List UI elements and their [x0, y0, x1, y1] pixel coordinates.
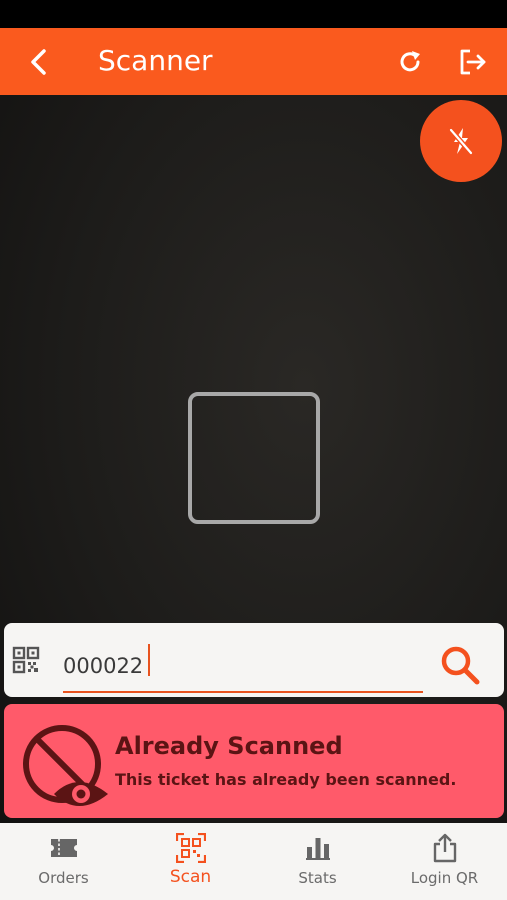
ticket-icon — [49, 834, 79, 862]
nav-label-stats: Stats — [298, 869, 337, 887]
flash-toggle-button[interactable] — [420, 100, 502, 182]
refresh-button[interactable] — [393, 45, 427, 79]
nav-label-orders: Orders — [38, 869, 89, 887]
back-button[interactable] — [22, 45, 56, 79]
status-bar — [0, 0, 507, 28]
scan-frame — [188, 392, 320, 524]
nav-item-stats[interactable]: Stats — [254, 823, 381, 900]
nav-label-scan: Scan — [169, 867, 212, 887]
search-button[interactable] — [436, 641, 484, 689]
already-scanned-alert: Already Scanned This ticket has already … — [4, 704, 504, 818]
nav-item-scan[interactable]: Scan — [127, 823, 254, 900]
nav-label-login-qr: Login QR — [410, 869, 479, 887]
logout-button[interactable] — [456, 45, 490, 79]
input-underline — [63, 691, 423, 693]
qr-scan-icon — [175, 833, 206, 863]
chevron-left-icon — [31, 49, 46, 75]
flash-off-icon — [449, 128, 473, 155]
bar-chart-icon — [303, 834, 333, 862]
bottom-navigation: Orders Scan Stats Login QR — [0, 823, 507, 900]
text-cursor — [148, 644, 150, 676]
nav-item-orders[interactable]: Orders — [0, 823, 127, 900]
app-bar: Scanner — [0, 28, 507, 95]
alert-message: This ticket has already been scanned. — [115, 770, 457, 789]
refresh-icon — [400, 51, 420, 72]
nav-item-login-qr[interactable]: Login QR — [381, 823, 507, 900]
ticket-search-card — [4, 623, 504, 697]
no-view-icon — [23, 725, 108, 806]
search-icon — [441, 646, 480, 685]
ticket-code-input[interactable] — [63, 641, 423, 691]
logout-icon — [460, 49, 486, 75]
page-title: Scanner — [98, 44, 213, 77]
share-icon — [430, 833, 460, 863]
alert-title: Already Scanned — [115, 732, 343, 760]
qr-code-icon[interactable] — [12, 646, 40, 674]
